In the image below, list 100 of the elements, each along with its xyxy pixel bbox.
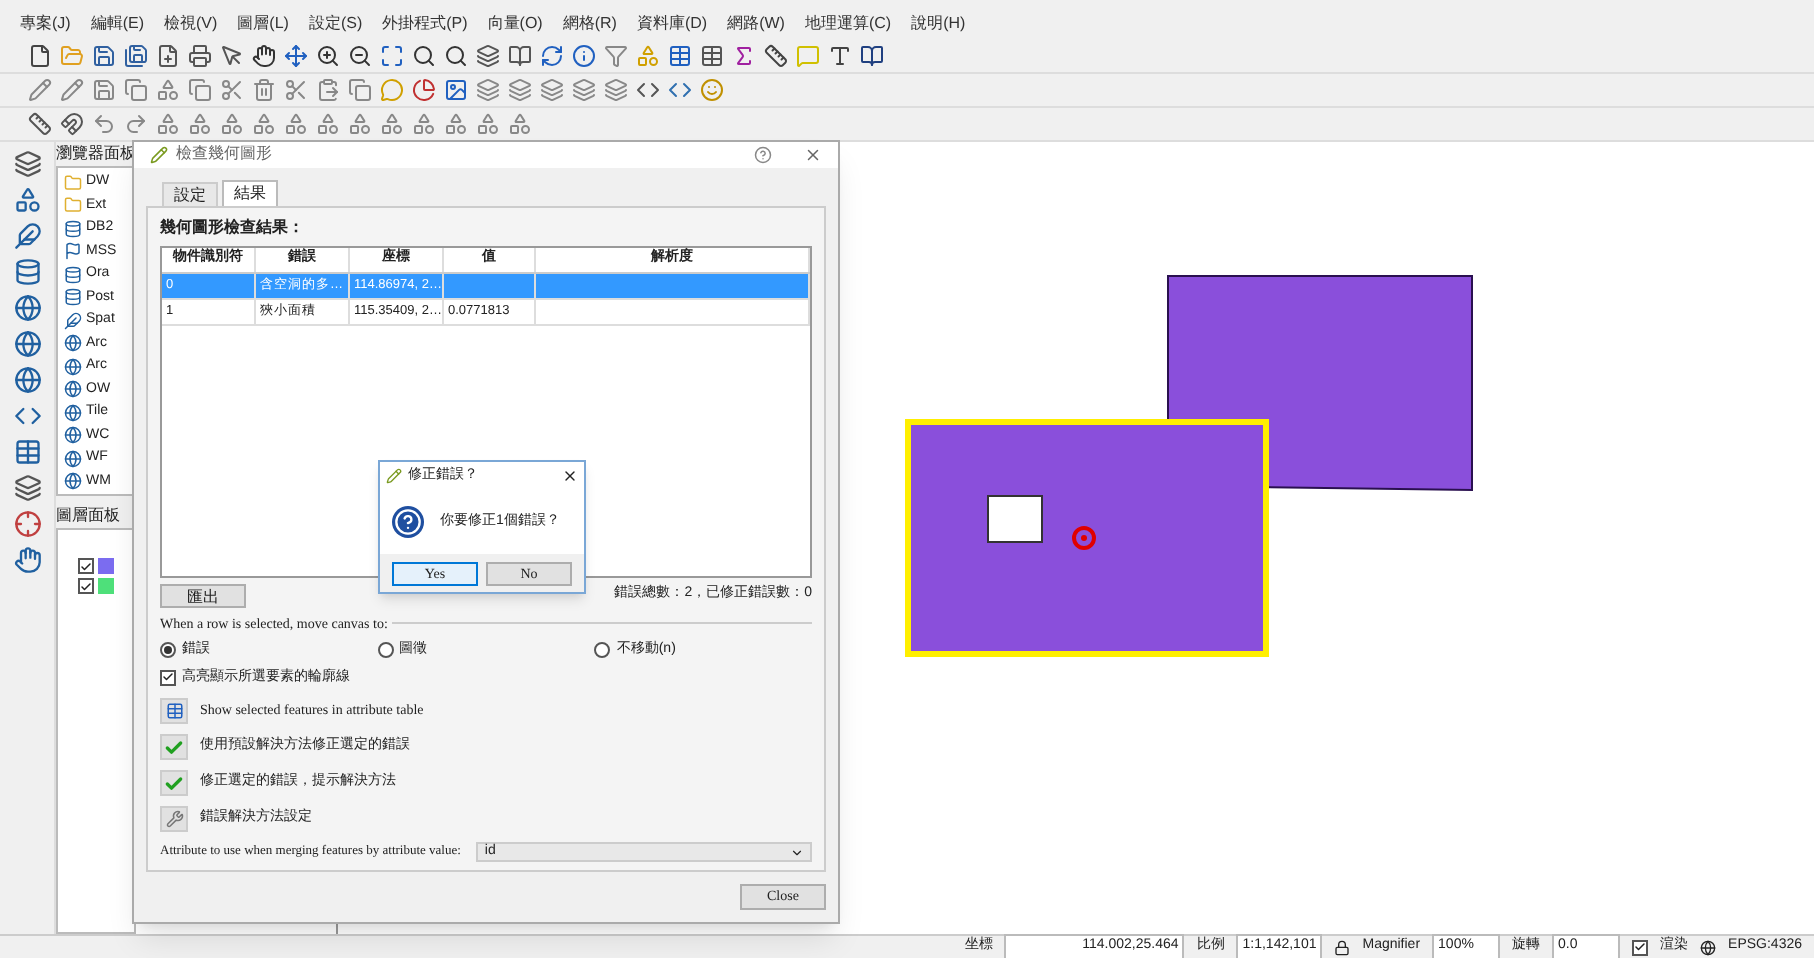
flag-icon[interactable] <box>64 242 82 261</box>
trash-icon[interactable] <box>252 78 276 102</box>
action-icon-button[interactable] <box>160 734 188 760</box>
globe-icon[interactable] <box>64 334 82 353</box>
globe-icon[interactable] <box>1700 939 1717 955</box>
radio-button[interactable] <box>160 642 176 659</box>
action-icon-button[interactable] <box>160 698 188 724</box>
tab[interactable]: 結果 <box>222 179 278 205</box>
globe-icon[interactable] <box>64 449 82 468</box>
database-icon[interactable] <box>64 265 82 284</box>
wrench-icon <box>165 810 183 828</box>
pointer-icon[interactable] <box>220 44 244 68</box>
move-icon[interactable] <box>284 44 308 68</box>
undo-icon[interactable] <box>92 112 116 136</box>
layer-checkbox[interactable] <box>78 558 94 574</box>
add-vector-icon[interactable] <box>13 150 41 178</box>
menu-item[interactable]: 說明(H) <box>911 12 966 36</box>
menu-item[interactable]: 設定(S) <box>308 12 363 36</box>
layer-icon[interactable] <box>508 78 532 102</box>
export-button[interactable]: 匯出 <box>160 583 246 607</box>
menu-item[interactable]: 編輯(E) <box>90 12 144 36</box>
menu-item[interactable]: 地理運算(C) <box>804 12 892 36</box>
zoom-out-icon[interactable] <box>348 44 372 68</box>
action-icon-button[interactable] <box>160 770 188 796</box>
error-marker <box>1072 526 1096 550</box>
database-icon[interactable] <box>64 288 82 307</box>
search-icon[interactable] <box>444 44 468 68</box>
add-globe-icon[interactable] <box>13 330 41 358</box>
radio-button[interactable] <box>594 642 611 659</box>
add-globe-icon[interactable] <box>13 366 41 394</box>
pencil-icon[interactable] <box>60 78 84 102</box>
refresh-icon[interactable] <box>540 44 564 68</box>
add-globe-icon[interactable] <box>13 294 41 322</box>
new-layout-icon[interactable] <box>156 44 180 68</box>
globe-icon[interactable] <box>64 426 82 445</box>
info-icon[interactable] <box>572 44 596 68</box>
scissors-icon[interactable] <box>284 78 308 102</box>
layer-icon[interactable] <box>572 78 596 102</box>
menu-item[interactable]: 外掛程式(P) <box>382 12 468 36</box>
redo-icon[interactable] <box>124 112 148 136</box>
layer-icon[interactable] <box>604 78 628 102</box>
table-icon[interactable] <box>668 44 692 68</box>
add-db-icon[interactable] <box>13 258 41 286</box>
magnet-icon[interactable] <box>60 112 84 136</box>
pencil-icon <box>150 145 168 164</box>
menu-item[interactable]: 網路(W) <box>727 12 785 36</box>
lock-icon[interactable] <box>1334 939 1351 955</box>
action-icon-button[interactable] <box>160 806 188 832</box>
layer-icon[interactable] <box>476 78 500 102</box>
copy-icon[interactable] <box>348 78 372 102</box>
globe-icon[interactable] <box>64 380 82 399</box>
panel-title: 圖層面板 <box>56 504 122 528</box>
table-icon[interactable] <box>700 44 724 68</box>
render-checkbox[interactable] <box>1632 939 1649 955</box>
new-file-icon[interactable] <box>28 44 52 68</box>
menu-item[interactable]: 專案(J) <box>20 12 71 36</box>
globe-icon[interactable] <box>64 357 82 376</box>
globe-icon[interactable] <box>64 403 82 422</box>
zoom-in-icon[interactable] <box>316 44 340 68</box>
copy-icon[interactable] <box>124 78 148 102</box>
save-as-icon[interactable] <box>124 44 148 68</box>
image-icon[interactable] <box>444 78 468 102</box>
radio-button[interactable] <box>377 642 394 659</box>
pencil-icon <box>386 468 402 484</box>
add-table-icon[interactable] <box>13 438 41 466</box>
sigma-icon[interactable] <box>732 44 756 68</box>
book-icon[interactable] <box>860 44 884 68</box>
menu-item[interactable]: 圖層(L) <box>237 12 289 36</box>
save-icon[interactable] <box>92 44 116 68</box>
bookmark-icon[interactable] <box>508 44 532 68</box>
printer-icon[interactable] <box>188 44 212 68</box>
filter-icon[interactable] <box>604 44 628 68</box>
checkbox[interactable] <box>160 669 176 686</box>
layers-icon[interactable] <box>476 44 500 68</box>
menu-item[interactable]: 資料庫(D) <box>636 12 708 36</box>
feather-icon[interactable] <box>64 311 82 330</box>
text-icon[interactable] <box>828 44 852 68</box>
menu-item[interactable]: 網格(R) <box>562 12 617 36</box>
globe-icon[interactable] <box>64 472 82 491</box>
crosshair-icon[interactable] <box>13 510 41 538</box>
help-icon[interactable] <box>754 145 772 164</box>
save-icon[interactable] <box>92 78 116 102</box>
new-layer-icon[interactable] <box>13 474 41 502</box>
close-icon[interactable] <box>562 468 578 484</box>
layer-icon[interactable] <box>540 78 564 102</box>
database-icon[interactable] <box>64 219 82 238</box>
menu-item[interactable]: 檢視(V) <box>164 12 218 36</box>
layer-checkbox[interactable] <box>78 578 94 594</box>
zoom-full-icon[interactable] <box>380 44 404 68</box>
pie-icon[interactable] <box>412 78 436 102</box>
tab[interactable]: 設定 <box>162 181 218 205</box>
search-icon[interactable] <box>412 44 436 68</box>
pan-icon[interactable] <box>252 44 276 68</box>
copy-icon[interactable] <box>188 78 212 102</box>
paste-icon[interactable] <box>316 78 340 102</box>
pencil-icon[interactable] <box>28 78 52 102</box>
cut-icon[interactable] <box>220 78 244 102</box>
menu-item[interactable]: 向量(O) <box>487 12 543 36</box>
polygon-hole <box>987 495 1043 543</box>
ruler-icon[interactable] <box>764 44 788 68</box>
